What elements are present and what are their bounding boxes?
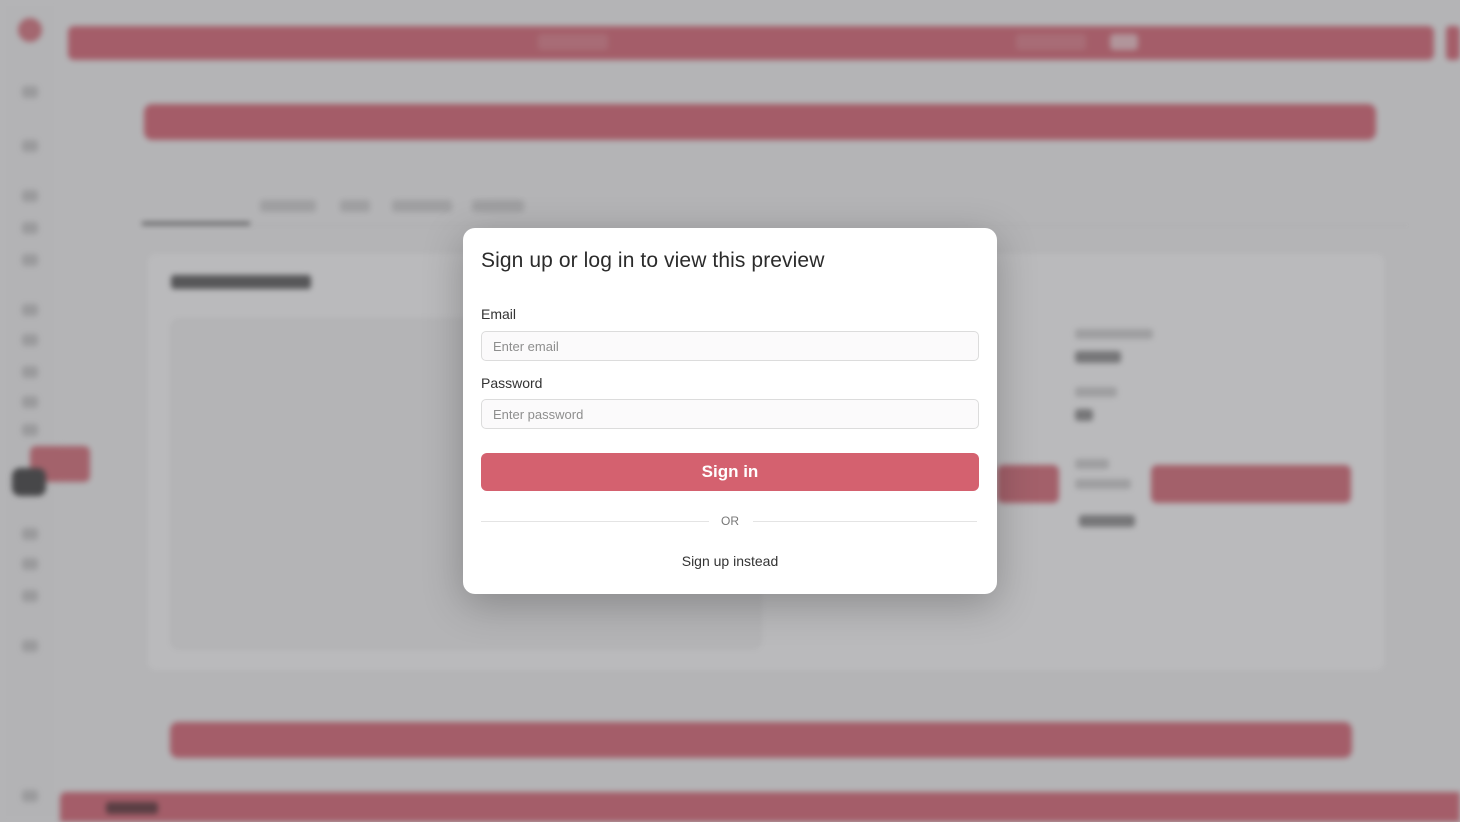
modal-title: Sign up or log in to view this preview [481, 249, 825, 272]
divider-line-left [481, 521, 709, 522]
divider-line-right [753, 521, 977, 522]
divider-or: OR [721, 514, 739, 528]
email-label: Email [481, 306, 517, 322]
sign-in-button[interactable]: Sign in [481, 453, 979, 491]
password-label: Password [481, 375, 543, 391]
password-field[interactable] [481, 399, 979, 429]
login-modal: Sign up or log in to view this preview E… [463, 228, 997, 594]
sign-up-link[interactable]: Sign up instead [463, 553, 997, 569]
email-field[interactable] [481, 331, 979, 361]
